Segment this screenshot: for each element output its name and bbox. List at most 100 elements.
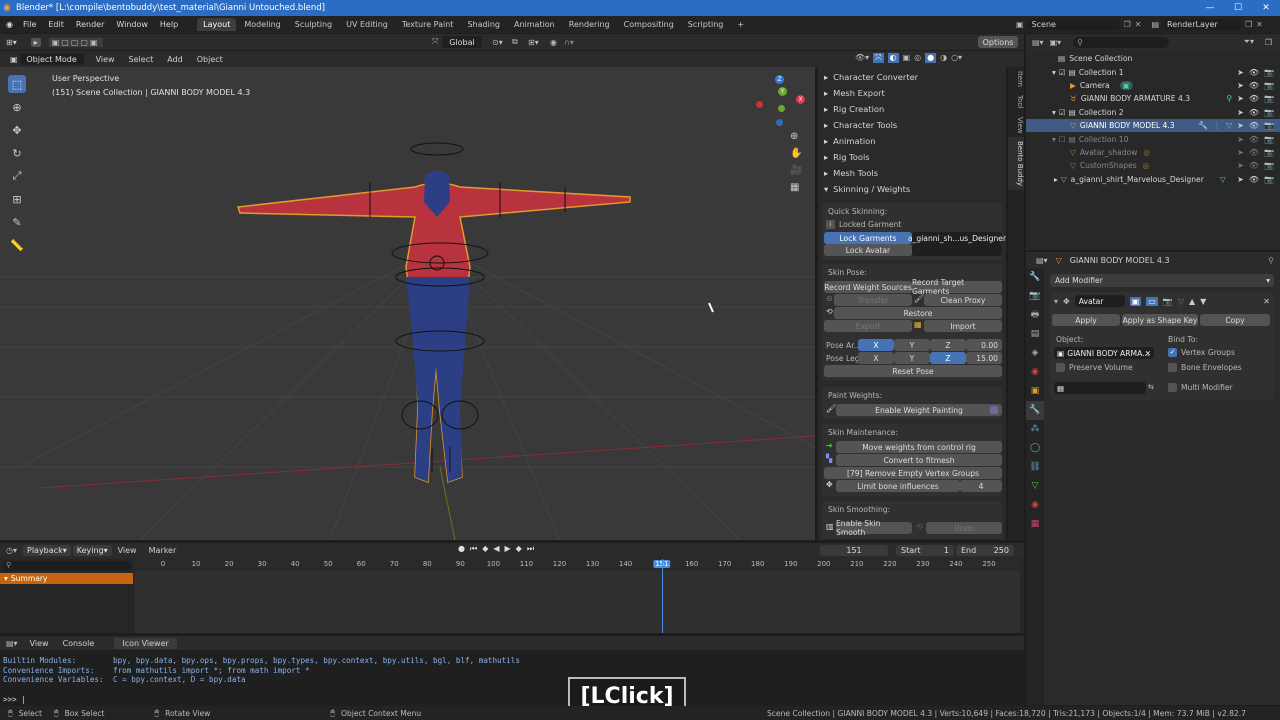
- filter-icon[interactable]: ⏷▾: [1244, 37, 1254, 47]
- skin-smooth-undo-button[interactable]: Undo: [926, 522, 1002, 534]
- outliner-row-scene-collection[interactable]: ▤ Scene Collection: [1026, 52, 1280, 65]
- enable-weight-painting-button[interactable]: Enable Weight Painting: [836, 404, 1002, 416]
- clear-field-icon[interactable]: ✕: [1145, 349, 1151, 358]
- limit-influences-value-field[interactable]: 4: [960, 480, 1002, 492]
- checkbox-icon[interactable]: ☐: [1059, 135, 1066, 144]
- vertex-group-field[interactable]: ▦: [1054, 382, 1146, 394]
- overlay-toggle-icon[interactable]: ◐: [887, 53, 899, 63]
- delete-scene-icon[interactable]: ✕: [1135, 20, 1142, 29]
- outliner-row-collection-10[interactable]: ▾ ☐ ▤ Collection 10 ➤ 👁 📷: [1026, 132, 1280, 145]
- checkbox-icon[interactable]: ☑: [1059, 108, 1066, 117]
- pose-legs-value-field[interactable]: 15.00: [966, 352, 1002, 364]
- outliner-row-body-model[interactable]: ▽ GIANNI BODY MODEL 4.3 🔧 ⋮ ▽ ➤ 👁 📷: [1026, 118, 1280, 133]
- workspace-tab-animation[interactable]: Animation: [508, 18, 561, 31]
- vertex-groups-checkbox[interactable]: ✓: [1168, 348, 1177, 357]
- camera-render-icon[interactable]: 📷: [1264, 81, 1274, 90]
- lock-avatar-button[interactable]: Lock Avatar: [824, 244, 912, 256]
- workspace-tab-compositing[interactable]: Compositing: [618, 18, 680, 31]
- clean-proxy-button[interactable]: Clean Proxy: [924, 294, 1002, 306]
- select-arrow-icon[interactable]: ➤: [1237, 81, 1244, 90]
- enable-skin-smooth-button[interactable]: Enable Skin Smooth: [836, 519, 912, 537]
- delete-view-layer-icon[interactable]: ✕: [1256, 20, 1263, 29]
- pan-hand-icon[interactable]: ✋: [790, 148, 802, 159]
- proportional-edit-icon[interactable]: ◉: [550, 38, 557, 47]
- jump-to-end-icon[interactable]: ⏭: [527, 544, 534, 554]
- select-arrow-icon[interactable]: ➤: [1237, 135, 1244, 144]
- play-icon[interactable]: ▶: [505, 544, 511, 554]
- eye-icon[interactable]: 👁: [1249, 108, 1259, 117]
- expand-arrow-icon[interactable]: ▾: [1052, 68, 1056, 77]
- gizmo-y-label[interactable]: Y: [778, 87, 787, 96]
- shading-material-icon[interactable]: ◑: [940, 53, 947, 63]
- select-arrow-icon[interactable]: ➤: [1237, 175, 1244, 184]
- timeline-track-area[interactable]: [135, 571, 1020, 633]
- timeline-editor-icon[interactable]: ◷▾: [6, 546, 17, 555]
- outliner-row-collection-2[interactable]: ▾ ☑ ▤ Collection 2 ➤ 👁 📷: [1026, 106, 1280, 119]
- blender-menu-icon[interactable]: ◉: [0, 20, 17, 29]
- pose-arms-y-toggle[interactable]: Y: [894, 339, 930, 351]
- sidebar-tab-tool[interactable]: Tool: [1008, 91, 1024, 113]
- workspace-tab-sculpting[interactable]: Sculpting: [289, 18, 338, 31]
- constraints-tab-icon[interactable]: ⛓: [1026, 458, 1044, 477]
- armature-object-field[interactable]: ▣ GIANNI BODY ARMA... ✕: [1054, 347, 1154, 359]
- navigation-gizmo[interactable]: Z Y X: [752, 75, 806, 129]
- select-box-tool-icon[interactable]: ⬚: [8, 75, 26, 93]
- move-down-icon[interactable]: ▼: [1200, 297, 1206, 306]
- eye-icon[interactable]: 👁: [1249, 81, 1259, 90]
- select-arrow-icon[interactable]: ➤: [1237, 121, 1244, 130]
- collapse-arrow-icon[interactable]: ▾: [1054, 297, 1058, 306]
- menu-edit[interactable]: Edit: [42, 20, 70, 29]
- workspace-tab-shading[interactable]: Shading: [461, 18, 506, 31]
- maximize-button[interactable]: ☐: [1224, 0, 1252, 16]
- expand-arrow-icon[interactable]: ▾: [1052, 135, 1056, 144]
- xray-toggle-icon[interactable]: ▣: [903, 53, 911, 63]
- outliner-row-avatar-shadow[interactable]: ▽ Avatar_shadow ◎ ➤ 👁 📷: [1026, 146, 1280, 159]
- close-button[interactable]: ✕: [1252, 0, 1280, 16]
- panel-mesh-export[interactable]: ▸ Mesh Export: [818, 85, 1006, 101]
- camera-render-icon[interactable]: 📷: [1264, 121, 1274, 130]
- timeline-marker-menu[interactable]: Marker: [149, 546, 177, 555]
- import-button[interactable]: Import: [924, 320, 1002, 332]
- export-button[interactable]: Export: [824, 320, 912, 332]
- camera-render-icon[interactable]: 📷: [1264, 148, 1274, 157]
- panel-animation[interactable]: ▸ Animation: [818, 133, 1006, 149]
- new-view-layer-icon[interactable]: ❐: [1245, 20, 1252, 29]
- 3d-viewport[interactable]: User Perspective (151) Scene Collection …: [0, 67, 815, 540]
- minimize-button[interactable]: —: [1196, 0, 1224, 16]
- auto-key-record-icon[interactable]: ●: [458, 544, 465, 554]
- workspace-tab-uv-editing[interactable]: UV Editing: [340, 18, 394, 31]
- add-workspace-button[interactable]: +: [731, 18, 750, 31]
- menu-help[interactable]: Help: [154, 20, 184, 29]
- pose-arms-x-toggle[interactable]: X: [858, 339, 894, 351]
- workspace-tab-texture-paint[interactable]: Texture Paint: [396, 18, 460, 31]
- camera-view-icon[interactable]: 🎥: [790, 165, 802, 176]
- garment-name-field[interactable]: a_gianni_sh...us_Designer: [908, 232, 1006, 244]
- move-tool-icon[interactable]: ✥: [8, 121, 26, 139]
- start-frame-field[interactable]: Start 1: [896, 545, 954, 556]
- scale-tool-icon[interactable]: ⤢: [8, 167, 26, 185]
- sidebar-tab-view[interactable]: View: [1008, 113, 1024, 138]
- multi-modifier-checkbox[interactable]: [1168, 383, 1177, 392]
- workspace-tab-rendering[interactable]: Rendering: [563, 18, 616, 31]
- workspace-tab-modeling[interactable]: Modeling: [238, 18, 286, 31]
- select-tool-icon[interactable]: ▸: [30, 37, 41, 47]
- workspace-tab-layout[interactable]: Layout: [197, 18, 237, 31]
- lock-garments-button[interactable]: Lock Garments: [824, 232, 912, 244]
- eye-icon[interactable]: 👁: [1249, 175, 1259, 184]
- snap-target-icon[interactable]: ⊞▾: [528, 38, 539, 47]
- reset-pose-button[interactable]: Reset Pose: [824, 365, 1002, 377]
- apply-modifier-button[interactable]: Apply: [1052, 314, 1120, 326]
- gizmo-negz-dot[interactable]: [776, 119, 783, 126]
- eye-icon[interactable]: 👁: [1249, 94, 1259, 103]
- jump-to-start-icon[interactable]: ⏮: [470, 544, 477, 554]
- menu-view[interactable]: View: [96, 55, 115, 64]
- camera-render-icon[interactable]: 📷: [1264, 108, 1274, 117]
- gizmo-z-label[interactable]: Z: [775, 75, 784, 84]
- viewport-scene[interactable]: [0, 67, 815, 540]
- interaction-mode-dropdown[interactable]: Object Mode: [19, 53, 84, 65]
- pin-icon[interactable]: ⚲: [1268, 256, 1274, 265]
- camera-render-icon[interactable]: 📷: [1264, 94, 1274, 103]
- menu-object[interactable]: Object: [197, 55, 223, 64]
- transfer-button[interactable]: Transfer: [834, 294, 912, 306]
- preserve-volume-checkbox[interactable]: [1056, 363, 1065, 372]
